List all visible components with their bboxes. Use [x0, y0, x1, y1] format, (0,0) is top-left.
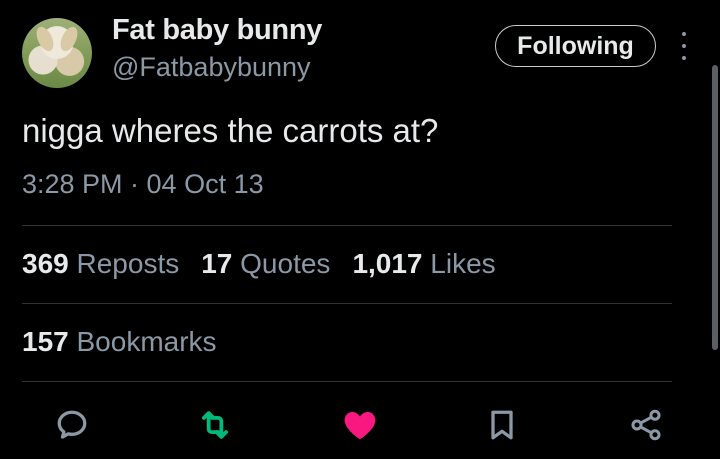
quotes-stat[interactable]: 17 Quotes	[201, 248, 330, 280]
repost-icon	[202, 411, 228, 439]
avatar-ear-left	[33, 24, 57, 54]
engagement-stats: 369 Reposts 17 Quotes 1,017 Likes	[22, 248, 496, 280]
share-icon	[631, 409, 661, 441]
divider	[22, 225, 672, 226]
more-dot	[682, 56, 686, 60]
following-button[interactable]: Following	[495, 25, 656, 67]
likes-stat[interactable]: 1,017 Likes	[352, 248, 495, 280]
likes-label: Likes	[430, 248, 496, 279]
avatar[interactable]	[22, 18, 92, 88]
reposts-count: 369	[22, 248, 69, 279]
share-button[interactable]	[626, 405, 666, 445]
bookmarks-label: Bookmarks	[76, 326, 217, 357]
bookmark-icon	[491, 410, 513, 440]
reply-button[interactable]	[52, 405, 92, 445]
display-name[interactable]: Fat baby bunny	[112, 14, 322, 47]
bookmarks-stat[interactable]: 157 Bookmarks	[22, 326, 217, 358]
tweet-timestamp[interactable]: 3:28 PM · 04 Oct 13	[22, 169, 264, 200]
bookmark-button[interactable]	[482, 405, 522, 445]
reply-icon	[57, 410, 87, 439]
tweet-text: nigga wheres the carrots at?	[22, 112, 439, 149]
more-options-icon[interactable]	[680, 32, 688, 60]
divider	[22, 381, 672, 382]
more-dot	[682, 44, 686, 48]
scrollbar[interactable]	[712, 65, 718, 350]
quotes-label: Quotes	[240, 248, 331, 279]
quotes-count: 17	[201, 248, 233, 279]
heart-icon	[344, 412, 376, 440]
user-handle[interactable]: @Fatbabybunny	[112, 52, 311, 83]
like-button[interactable]	[340, 405, 380, 445]
reposts-stat[interactable]: 369 Reposts	[22, 248, 179, 280]
likes-count: 1,017	[352, 248, 423, 279]
bookmarks-count: 157	[22, 326, 69, 357]
reposts-label: Reposts	[76, 248, 180, 279]
divider	[22, 303, 672, 304]
repost-button[interactable]	[195, 405, 235, 445]
avatar-ear-right	[57, 24, 81, 54]
more-dot	[682, 32, 686, 36]
